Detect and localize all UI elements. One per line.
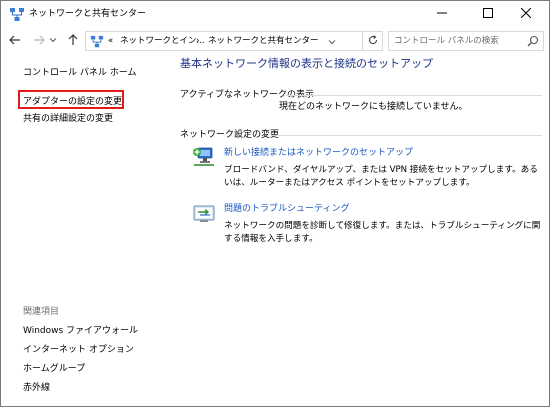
breadcrumb-network-sharing-center[interactable]: ネットワークと共有センター [208, 36, 319, 47]
setup-new-connection-link[interactable]: 新しい接続またはネットワークのセットアップ [224, 147, 413, 159]
troubleshoot-problems-description: ネットワークの問題を診断して修復します。または、トラブルシューティングに関する情… [224, 221, 541, 244]
breadcrumb-separator[interactable]: › [196, 36, 199, 47]
troubleshoot-problems-link[interactable]: 問題のトラブルシューティング [224, 203, 349, 215]
arrow-right-icon [33, 34, 45, 49]
troubleshoot-icon[interactable] [192, 203, 216, 225]
control-panel-home-link[interactable]: コントロール パネル ホーム [23, 67, 136, 79]
up-button[interactable] [63, 31, 83, 51]
change-adapter-settings-link[interactable]: アダプターの設定の変更 [23, 96, 122, 108]
search-input[interactable] [389, 32, 525, 50]
infrared-link[interactable]: 赤外線 [23, 382, 50, 394]
section-divider [271, 135, 542, 136]
network-setup-icon[interactable] [192, 146, 216, 168]
refresh-button[interactable] [363, 31, 383, 51]
minimize-icon [437, 8, 447, 21]
navigation-bar: « ネットワークとイン... › ネットワークと共有センター [1, 28, 549, 54]
breadcrumb-network-internet[interactable]: ネットワークとイン... [120, 36, 205, 47]
title-bar[interactable]: ネットワークと共有センター [1, 1, 549, 28]
internet-options-link[interactable]: インターネット オプション [23, 344, 134, 356]
left-pane: コントロール パネル ホーム アダプターの設定の変更 共有の詳細設定の変更 関連… [1, 55, 169, 406]
close-icon [520, 7, 532, 21]
back-button[interactable] [5, 31, 25, 51]
search-box[interactable] [388, 31, 544, 51]
chevron-down-icon[interactable] [326, 36, 338, 48]
page-title: 基本ネットワーク情報の表示と接続のセットアップ [180, 57, 433, 70]
breadcrumb-overflow[interactable]: « [108, 36, 113, 47]
refresh-icon [367, 34, 379, 49]
close-button[interactable] [503, 1, 549, 28]
recent-locations-button[interactable] [47, 31, 59, 51]
window-title: ネットワークと共有センター [29, 9, 147, 19]
maximize-icon [483, 8, 493, 21]
address-bar[interactable]: « ネットワークとイン... › ネットワークと共有センター [85, 31, 363, 51]
search-icon[interactable] [527, 35, 539, 47]
related-items-heading: 関連項目 [23, 307, 60, 317]
windows-firewall-link[interactable]: Windows ファイアウォール [23, 325, 138, 337]
no-connection-status: 現在どのネットワークにも接続していません。 [279, 102, 468, 112]
arrow-up-icon [67, 33, 79, 49]
network-sharing-icon [9, 7, 25, 23]
main-pane: 基本ネットワーク情報の表示と接続のセットアップ アクティブなネットワークの表示 … [169, 55, 549, 406]
homegroup-link[interactable]: ホームグループ [23, 363, 85, 375]
network-sharing-center-window: ネットワークと共有センター « ネットワークとイン... › ネットワークと共有… [0, 0, 550, 407]
setup-new-connection-description: ブロードバンド、ダイヤルアップ、または VPN 接続をセットアップします。あるい… [224, 165, 538, 188]
forward-button[interactable] [29, 31, 49, 51]
section-divider [286, 95, 542, 96]
arrow-left-icon [9, 34, 21, 49]
network-sharing-icon [90, 35, 104, 49]
chevron-down-icon [49, 36, 57, 47]
minimize-button[interactable] [419, 1, 465, 28]
network-settings-heading: ネットワーク設定の変更 [180, 130, 280, 140]
advanced-sharing-settings-link[interactable]: 共有の詳細設定の変更 [23, 113, 113, 125]
